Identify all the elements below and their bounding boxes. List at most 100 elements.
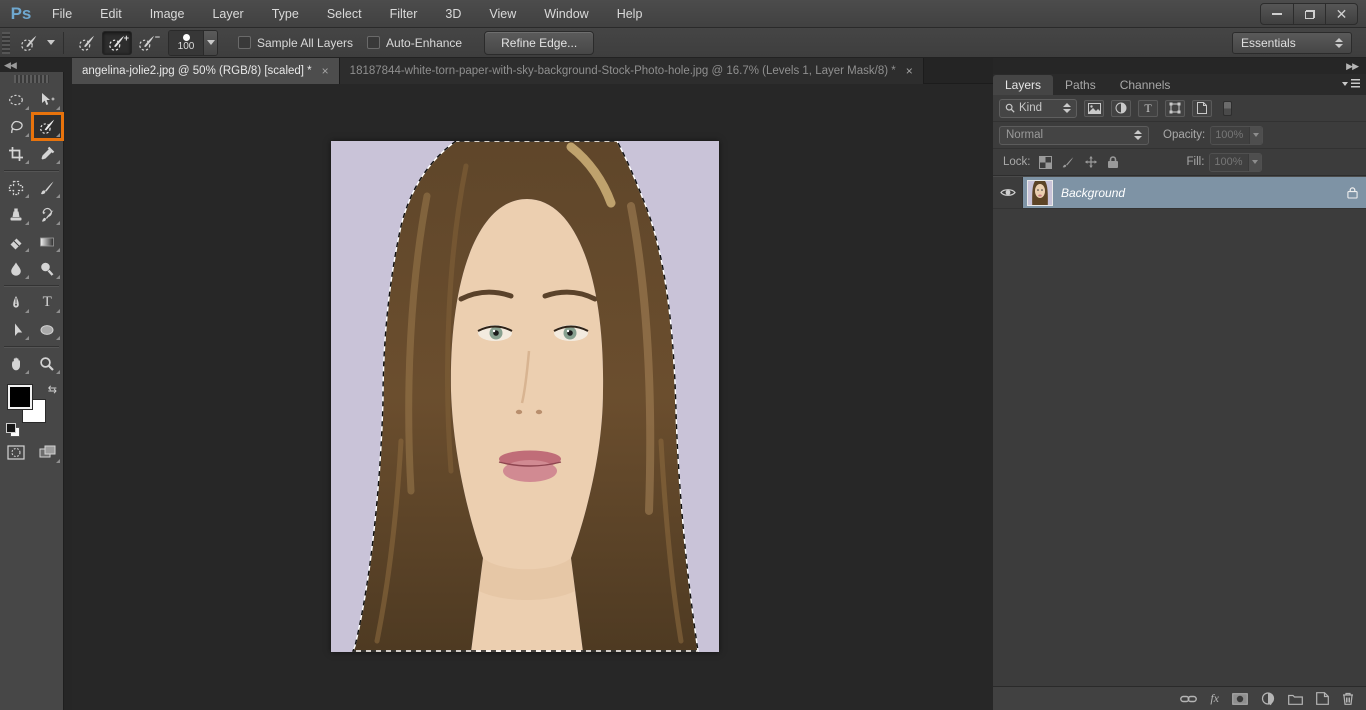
swap-colors-icon[interactable]: ⇆	[48, 383, 57, 396]
left-eye	[478, 325, 512, 341]
opacity-dropdown-arrow[interactable]	[1249, 127, 1262, 144]
close-button[interactable]: ✕	[1325, 4, 1357, 24]
pen-nib-icon	[8, 295, 24, 311]
tools-panel: T ⇆	[0, 72, 64, 710]
workspace-switcher[interactable]: Essentials	[1232, 32, 1352, 54]
canvas[interactable]	[331, 141, 719, 652]
tools-grip	[14, 75, 49, 83]
move-tool[interactable]	[32, 86, 64, 113]
new-layer-button[interactable]	[1316, 692, 1329, 705]
add-to-selection-mode-button[interactable]: +	[102, 31, 132, 55]
filter-toggle-switch[interactable]	[1223, 101, 1232, 116]
collapse-panels-button[interactable]: ▶▶	[993, 58, 1366, 74]
refine-edge-button[interactable]: Refine Edge...	[484, 31, 594, 55]
smart-object-icon	[1197, 102, 1207, 114]
auto-enhance-checkbox[interactable]	[367, 36, 380, 49]
layer-style-button[interactable]: fx	[1210, 691, 1219, 706]
tab-close-icon[interactable]: ×	[322, 64, 329, 78]
close-icon: ✕	[1336, 6, 1348, 23]
brush-tool[interactable]	[32, 174, 64, 201]
eraser-tool[interactable]	[0, 228, 32, 255]
lock-all-icon[interactable]	[1107, 155, 1119, 169]
tab-channels[interactable]: Channels	[1108, 75, 1183, 95]
foreground-color-swatch[interactable]	[8, 385, 32, 409]
gradient-tool[interactable]	[32, 228, 64, 255]
eyedropper-tool[interactable]	[32, 140, 64, 167]
menu-3d[interactable]: 3D	[431, 0, 475, 28]
lock-transparency-icon[interactable]	[1039, 156, 1052, 169]
tool-preset-picker[interactable]	[14, 31, 44, 55]
collapse-tools-button[interactable]: ◀◀	[0, 58, 72, 72]
document-tab-bar: angelina-jolie2.jpg @ 50% (RGB/8) [scale…	[72, 58, 993, 84]
zoom-tool[interactable]	[32, 350, 64, 377]
dodge-tool[interactable]	[32, 255, 64, 282]
menu-type[interactable]: Type	[258, 0, 313, 28]
hand-tool[interactable]	[0, 350, 32, 377]
fill-control[interactable]: 100%	[1209, 153, 1262, 172]
filter-type-layers-button[interactable]: T	[1138, 100, 1158, 117]
layers-panel-footer: fx	[993, 686, 1366, 710]
restore-button[interactable]	[1293, 4, 1325, 24]
quick-mask-button[interactable]	[0, 439, 32, 466]
filter-smart-objects-button[interactable]	[1192, 100, 1212, 117]
menu-filter[interactable]: Filter	[376, 0, 432, 28]
lock-position-icon[interactable]	[1084, 155, 1098, 169]
menu-edit[interactable]: Edit	[86, 0, 136, 28]
menu-view[interactable]: View	[475, 0, 530, 28]
new-selection-mode-button[interactable]	[72, 31, 102, 55]
history-brush-tool[interactable]	[32, 201, 64, 228]
brush-size-dropdown-arrow[interactable]	[203, 31, 217, 55]
link-layers-button[interactable]	[1180, 694, 1197, 704]
selected-layer-row[interactable]: Background	[1023, 177, 1366, 208]
add-layer-mask-button[interactable]	[1232, 693, 1248, 705]
layer-thumbnail[interactable]	[1027, 180, 1053, 206]
elliptical-marquee-tool[interactable]	[0, 86, 32, 113]
menu-window[interactable]: Window	[530, 0, 602, 28]
lock-row: Lock: Fill: 100%	[993, 149, 1366, 176]
menu-layer[interactable]: Layer	[198, 0, 257, 28]
screen-mode-button[interactable]	[32, 439, 64, 466]
filter-adjustment-layers-button[interactable]	[1111, 100, 1131, 117]
lock-pixels-brush-icon[interactable]	[1061, 155, 1075, 169]
tool-preset-caret-icon[interactable]	[47, 40, 55, 45]
document-tab-active[interactable]: angelina-jolie2.jpg @ 50% (RGB/8) [scale…	[72, 58, 340, 84]
pen-tool[interactable]	[0, 289, 32, 316]
subtract-from-selection-mode-button[interactable]: −	[132, 31, 162, 55]
crop-tool[interactable]	[0, 140, 32, 167]
minimize-button[interactable]	[1261, 4, 1293, 24]
opacity-control[interactable]: 100%	[1210, 126, 1263, 145]
lasso-tool[interactable]	[0, 113, 32, 140]
new-adjustment-layer-button[interactable]	[1261, 692, 1275, 706]
type-tool[interactable]: T	[32, 289, 64, 316]
blur-drop-icon	[8, 261, 24, 277]
menu-select[interactable]: Select	[313, 0, 376, 28]
default-colors-icon[interactable]	[6, 423, 20, 437]
sample-all-layers-checkbox[interactable]	[238, 36, 251, 49]
clone-stamp-tool[interactable]	[0, 201, 32, 228]
menu-help[interactable]: Help	[603, 0, 657, 28]
ellipse-shape-tool[interactable]	[32, 316, 64, 343]
new-group-button[interactable]	[1288, 693, 1303, 705]
filter-kind-dropdown[interactable]: Kind	[999, 99, 1077, 118]
menu-image[interactable]: Image	[136, 0, 199, 28]
layer-row-background[interactable]: Background	[993, 177, 1366, 209]
document-tab-inactive[interactable]: 18187844-white-torn-paper-with-sky-backg…	[340, 58, 924, 84]
visibility-toggle[interactable]	[993, 177, 1023, 208]
filter-pixel-layers-button[interactable]	[1084, 100, 1104, 117]
blur-tool[interactable]	[0, 255, 32, 282]
panel-menu-icon[interactable]	[1342, 78, 1360, 90]
delete-layer-button[interactable]	[1342, 692, 1354, 705]
blend-mode-dropdown[interactable]: Normal	[999, 126, 1149, 145]
tab-paths[interactable]: Paths	[1053, 75, 1108, 95]
spot-healing-brush-tool[interactable]	[0, 174, 32, 201]
tab-layers[interactable]: Layers	[993, 75, 1053, 95]
filter-shape-layers-button[interactable]	[1165, 100, 1185, 117]
tab-close-icon[interactable]: ×	[906, 64, 913, 78]
layer-name: Background	[1061, 186, 1339, 200]
quick-selection-tool[interactable]	[32, 113, 64, 140]
menu-file[interactable]: File	[38, 0, 86, 28]
path-selection-tool[interactable]	[0, 316, 32, 343]
brush-size-picker[interactable]: 100	[168, 30, 218, 56]
fill-dropdown-arrow[interactable]	[1248, 154, 1261, 171]
hand-icon	[8, 356, 24, 372]
